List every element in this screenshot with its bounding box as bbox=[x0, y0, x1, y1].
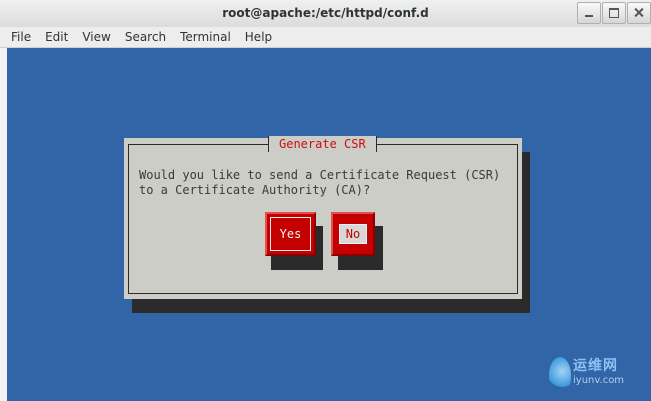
watermark: 运维网 iyunv.com bbox=[549, 355, 645, 397]
close-icon[interactable] bbox=[627, 2, 651, 24]
menu-bar: File Edit View Search Terminal Help bbox=[0, 27, 651, 48]
watermark-subtext: iyunv.com bbox=[573, 375, 625, 386]
dialog-title: Generate CSR bbox=[268, 136, 377, 152]
title-bar[interactable]: root@apache:/etc/httpd/conf.d bbox=[0, 0, 651, 28]
window-title: root@apache:/etc/httpd/conf.d bbox=[222, 6, 429, 20]
no-button-face: No bbox=[339, 224, 367, 244]
menu-terminal[interactable]: Terminal bbox=[173, 27, 238, 48]
watermark-text: 运维网 bbox=[573, 358, 618, 374]
menu-file[interactable]: File bbox=[4, 27, 38, 48]
generate-csr-dialog: Generate CSR Would you like to send a Ce… bbox=[124, 136, 522, 299]
background-window-edge bbox=[0, 48, 7, 401]
dialog-message: Would you like to send a Certificate Req… bbox=[139, 168, 501, 197]
menu-edit[interactable]: Edit bbox=[38, 27, 75, 48]
window-controls bbox=[576, 2, 651, 24]
yes-button-face: Yes bbox=[270, 217, 311, 251]
menu-help[interactable]: Help bbox=[238, 27, 279, 48]
yes-button[interactable]: Yes bbox=[265, 212, 316, 256]
maximize-icon[interactable] bbox=[602, 2, 626, 24]
no-button[interactable]: No bbox=[331, 212, 375, 256]
terminal-window: root@apache:/etc/httpd/conf.d File Edit … bbox=[0, 0, 651, 401]
menu-view[interactable]: View bbox=[75, 27, 117, 48]
watermark-logo-icon bbox=[549, 357, 571, 393]
yes-button-label: Yes bbox=[279, 227, 302, 241]
dialog-frame bbox=[128, 144, 518, 294]
menu-search[interactable]: Search bbox=[118, 27, 173, 48]
minimize-icon[interactable] bbox=[577, 2, 601, 24]
no-button-label: No bbox=[345, 227, 361, 241]
